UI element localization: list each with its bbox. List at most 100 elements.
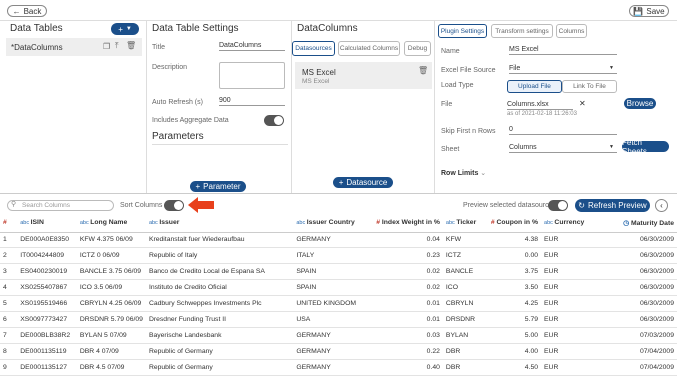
table-cell: DE000BLB38R2	[17, 327, 77, 344]
skip-rows-input[interactable]: 0	[509, 125, 617, 135]
text-type-icon: abc	[296, 220, 307, 227]
table-row[interactable]: 1 DE000A0E8350 KFW 4.375 06/09 Kreditanstal…	[0, 232, 677, 249]
table-row[interactable]: 3 ES0400230019 BANCLE 3.75 06/09 Banco de C…	[0, 263, 677, 281]
title-input[interactable]: DataColumns	[219, 41, 285, 51]
column-header[interactable]: abc Issuer Country	[293, 214, 365, 233]
table-cell: Republic of Germany	[145, 359, 294, 376]
table-cell: UNITED KINGDOM	[293, 295, 365, 312]
save-button[interactable]: 💾 Save	[629, 5, 669, 17]
table-cell: 5	[0, 295, 18, 312]
column-header[interactable]: ◷ Maturity Date	[587, 214, 677, 233]
auto-refresh-input[interactable]: 900	[219, 96, 285, 106]
aggregate-label: Includes Aggregate Data	[152, 117, 229, 124]
table-row[interactable]: 2 IT0004244809 ICTZ 0 06/09 Republic of Ita…	[0, 247, 677, 265]
preview-toggle[interactable]	[548, 200, 568, 211]
text-type-icon: abc	[148, 220, 160, 227]
table-cell: Republic of Italy	[145, 247, 294, 265]
table-cell: 8	[0, 343, 18, 360]
column-header[interactable]: abc Ticker	[442, 214, 486, 233]
upload-file-option[interactable]: Upload File	[507, 80, 562, 93]
table-cell: BANCLE 3.75 06/09	[76, 263, 146, 281]
aggregate-toggle[interactable]	[264, 115, 284, 126]
skip-rows-label: Skip First n Rows	[441, 128, 496, 135]
table-row[interactable]: 8 DE0001135119 DBR 4 07/09 Republic of Germ…	[0, 343, 677, 360]
table-cell: Dresdner Funding Trust II	[145, 311, 294, 328]
tab-columns[interactable]: Columns	[556, 24, 587, 38]
sheet-select[interactable]: Columns	[509, 143, 617, 153]
save-icon: 💾	[633, 6, 644, 16]
table-cell: ITALY	[293, 247, 365, 265]
column-header[interactable]: # Coupon in %	[485, 214, 542, 233]
close-icon[interactable]: ✕	[579, 99, 586, 108]
table-cell: XS0255407867	[17, 279, 77, 297]
table-cell: 3	[0, 263, 18, 281]
table-cell: 4.38	[485, 232, 542, 249]
table-row[interactable]: 4 XS0255407867 ICO 3.5 06/09 Instituto de C…	[0, 279, 677, 297]
table-cell: 07/03/2009	[587, 327, 677, 344]
add-data-table-button[interactable]: + ▼	[111, 23, 139, 35]
add-parameter-button[interactable]: + Parameter	[190, 181, 246, 192]
column-header[interactable]: #	[0, 214, 18, 233]
table-cell: 5.00	[485, 327, 542, 344]
copy-icon[interactable]: ❐	[103, 42, 110, 51]
table-cell: 3.75	[485, 263, 542, 281]
search-icon: ⚲	[11, 201, 17, 208]
trash-icon[interactable]: 🗑	[126, 41, 136, 50]
column-header[interactable]: abc Long Name	[76, 214, 146, 233]
tab-plugin-settings[interactable]: Plugin Settings	[438, 24, 487, 38]
column-header[interactable]: abc Issuer	[145, 214, 294, 233]
preview-table: # abc ISIN abc Long Name abc Issuer abc Iss…	[0, 214, 677, 376]
fetch-sheets-button[interactable]: Fetch Sheets	[622, 138, 669, 156]
tab-transform-settings[interactable]: Transform settings	[491, 24, 553, 38]
tab-debug[interactable]: Debug	[404, 41, 431, 56]
table-cell: EUR	[541, 279, 588, 297]
table-cell: 07/04/2009	[587, 343, 677, 360]
table-cell: 4.00	[485, 343, 542, 360]
column-header[interactable]: abc Currency	[541, 214, 588, 233]
description-input[interactable]	[219, 62, 285, 89]
table-cell: XS0195519466	[17, 295, 77, 312]
table-row[interactable]: 6 XS0097773427 DRSDNR 5.79 06/09 Dresdner F…	[0, 311, 677, 328]
description-label: Description	[152, 64, 188, 71]
table-cell: ICTZ 0 06/09	[76, 247, 146, 265]
browse-button[interactable]: Browse	[624, 98, 656, 109]
chevron-down-icon: ⌄	[480, 170, 487, 177]
table-row[interactable]: 7 DE000BLB38R2 BYLAN 5 07/09 Bayerische Lan…	[0, 327, 677, 344]
trash-icon[interactable]: 🗑	[418, 66, 428, 75]
refresh-preview-button[interactable]: ↻ Refresh Preview	[575, 199, 650, 212]
column-header[interactable]: abc ISIN	[17, 214, 77, 233]
collapse-button[interactable]: ‹	[655, 199, 668, 212]
name-input[interactable]: MS Excel	[509, 45, 617, 55]
link-to-file-option[interactable]: Link To File	[562, 80, 617, 93]
sheet-label: Sheet	[441, 146, 460, 153]
back-button[interactable]: ← Back	[7, 5, 47, 17]
table-cell: DBR 4 07/09	[76, 343, 146, 360]
tab-datasources[interactable]: Datasources	[292, 41, 335, 56]
upload-icon[interactable]: ⤒	[115, 41, 119, 51]
table-cell: 2	[0, 247, 18, 265]
row-limits-toggle[interactable]: Row Limits ⌄	[441, 169, 486, 177]
file-source-select[interactable]: File	[509, 64, 617, 74]
datacolumns-title: DataColumns	[297, 23, 358, 34]
table-row[interactable]: 5 XS0195519466 CBRYLN 4.25 06/09 Cadbury Sc…	[0, 295, 677, 312]
table-row[interactable]: 9 DE0001135127 DBR 4.5 07/09 Republic of Ge…	[0, 359, 677, 376]
data-tables-title: Data Tables	[10, 23, 63, 34]
table-cell: 0.02	[364, 263, 443, 281]
arrow-annotation-icon	[188, 197, 214, 213]
text-type-icon: abc	[20, 220, 31, 227]
table-cell: 06/30/2009	[587, 232, 677, 249]
table-cell: Cadbury Schweppes Investments Plc	[145, 295, 294, 312]
file-source-label: Excel File Source	[441, 67, 496, 74]
file-date: as of 2021-02-18 11:26:03	[507, 111, 577, 117]
table-cell: IT0004244809	[17, 247, 77, 265]
chevron-left-icon: ‹	[660, 201, 663, 210]
table-cell: GERMANY	[293, 327, 365, 344]
tab-calculated-columns[interactable]: Calculated Columns	[338, 41, 400, 56]
column-header[interactable]: # Index Weight in %	[364, 214, 443, 233]
table-cell: 0.00	[485, 247, 542, 265]
table-cell: 3.50	[485, 279, 542, 297]
search-columns-input[interactable]: Search Columns	[7, 200, 114, 211]
add-datasource-button[interactable]: + Datasource	[333, 177, 393, 188]
sort-columns-toggle[interactable]	[164, 200, 184, 211]
refresh-icon: ↻	[578, 201, 585, 210]
